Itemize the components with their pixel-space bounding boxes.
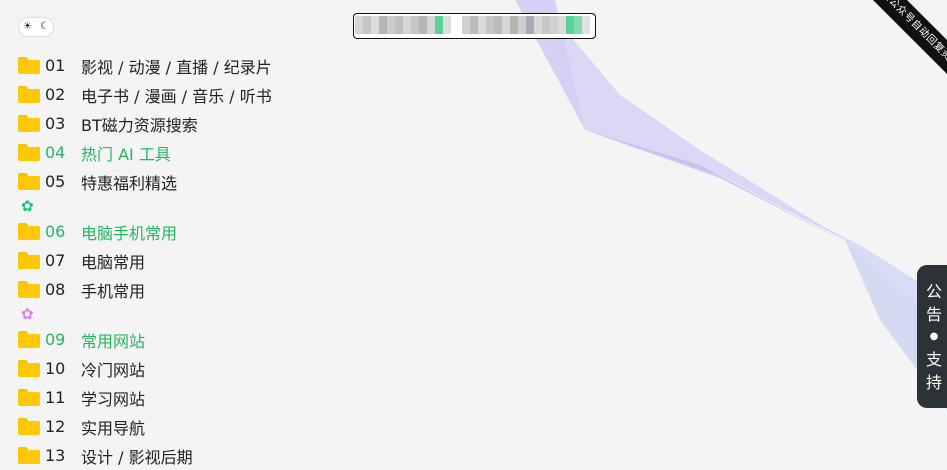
- folder-icon: [18, 144, 40, 161]
- side-tab-char: 公: [925, 281, 942, 301]
- theme-toggle[interactable]: ☀ ☾: [19, 18, 53, 36]
- folder-icon: [18, 418, 40, 435]
- gear-icon: ✿: [21, 197, 34, 215]
- list-item[interactable]: 13 设计 / 影视后期: [18, 441, 272, 470]
- folder-icon: [18, 331, 40, 348]
- item-label: 冷门网站: [81, 360, 146, 380]
- list-item[interactable]: 06 电脑手机常用: [18, 217, 272, 246]
- search-box[interactable]: [353, 13, 596, 39]
- list-item[interactable]: 01 影视 / 动漫 / 直播 / 纪录片: [18, 51, 272, 80]
- list-item[interactable]: 03 BT磁力资源搜索: [18, 109, 272, 138]
- list-item[interactable]: 05 特惠福利精选: [18, 167, 272, 196]
- item-number: 07: [45, 251, 66, 270]
- item-number: 10: [45, 359, 66, 378]
- list-item[interactable]: 02 电子书 / 漫画 / 音乐 / 听书: [18, 80, 272, 109]
- folder-icon: [18, 360, 40, 377]
- sun-icon: ☀: [23, 21, 32, 32]
- item-number: 06: [45, 222, 66, 241]
- search-input[interactable]: [354, 14, 595, 38]
- folder-icon: [18, 223, 40, 240]
- item-label: 电脑常用: [81, 252, 146, 272]
- list-item[interactable]: 12 实用导航: [18, 412, 272, 441]
- item-number: 02: [45, 85, 66, 104]
- item-number: 05: [45, 172, 66, 191]
- list-item[interactable]: 11 学习网站: [18, 383, 272, 412]
- section-divider: ✿: [18, 304, 272, 325]
- side-tab-char: 持: [925, 372, 942, 392]
- list-item[interactable]: 08 手机常用: [18, 275, 272, 304]
- list-item[interactable]: 10 冷门网站: [18, 354, 272, 383]
- item-number: 03: [45, 114, 66, 133]
- category-list: 01 影视 / 动漫 / 直播 / 纪录片 02 电子书 / 漫画 / 音乐 /…: [18, 51, 272, 470]
- item-number: 01: [45, 56, 66, 75]
- side-tab-separator: ●: [929, 330, 939, 342]
- item-number: 13: [45, 446, 66, 465]
- item-label: 设计 / 影视后期: [81, 447, 193, 467]
- item-number: 11: [45, 388, 66, 407]
- gear-icon: ✿: [21, 305, 34, 323]
- corner-ribbon[interactable]: 获取公众号自动回复资源: [854, 0, 947, 88]
- moon-icon: ☾: [40, 21, 49, 32]
- section-divider: ✿: [18, 196, 272, 217]
- folder-icon: [18, 115, 40, 132]
- announcement-support-tab[interactable]: 公 告 ● 支 持: [917, 265, 947, 408]
- folder-icon: [18, 86, 40, 103]
- folder-icon: [18, 252, 40, 269]
- item-label: 电子书 / 漫画 / 音乐 / 听书: [81, 86, 272, 106]
- item-label: 影视 / 动漫 / 直播 / 纪录片: [81, 57, 272, 77]
- item-label: 电脑手机常用: [81, 223, 178, 243]
- list-item[interactable]: 04 热门 AI 工具: [18, 138, 272, 167]
- item-label: BT磁力资源搜索: [81, 115, 198, 135]
- folder-icon: [18, 57, 40, 74]
- side-tab-char: 支: [925, 349, 942, 369]
- item-label: 常用网站: [81, 331, 146, 351]
- folder-icon: [18, 389, 40, 406]
- list-item[interactable]: 07 电脑常用: [18, 246, 272, 275]
- item-label: 学习网站: [81, 389, 146, 409]
- folder-icon: [18, 281, 40, 298]
- item-label: 手机常用: [81, 281, 146, 301]
- list-item[interactable]: 09 常用网站: [18, 325, 272, 354]
- item-number: 08: [45, 280, 66, 299]
- item-number: 09: [45, 330, 66, 349]
- folder-icon: [18, 447, 40, 464]
- side-tab-char: 告: [925, 304, 942, 324]
- folder-icon: [18, 173, 40, 190]
- item-number: 12: [45, 417, 66, 436]
- item-label: 热门 AI 工具: [81, 144, 171, 164]
- item-number: 04: [45, 143, 66, 162]
- item-label: 实用导航: [81, 418, 146, 438]
- item-label: 特惠福利精选: [81, 173, 178, 193]
